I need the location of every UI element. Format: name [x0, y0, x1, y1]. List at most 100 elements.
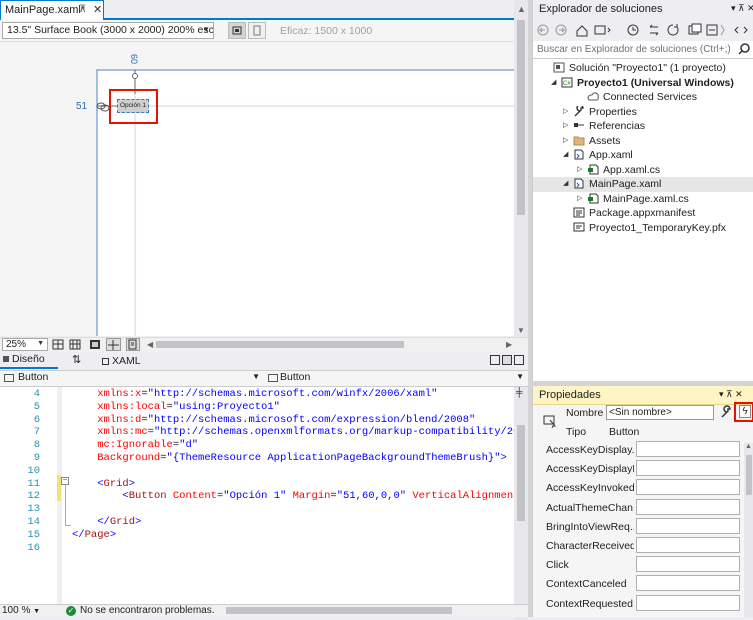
expand-arrow-icon[interactable]: ▷ [577, 192, 582, 206]
editor-zoom-value: 100 % [2, 605, 31, 616]
design-canvas[interactable] [0, 42, 514, 336]
panel-menu-icon[interactable]: ▾ ⊼ ✕ [731, 3, 753, 14]
grid-toggle-icon[interactable] [52, 339, 64, 350]
expand-arrow-icon[interactable]: ◢ [563, 148, 568, 162]
tree-item[interactable]: ▷ MainPage.xaml.cs [533, 192, 753, 207]
zoom-selector[interactable]: 25% ▼ [2, 338, 48, 351]
expand-arrow-icon[interactable]: ▷ [577, 163, 582, 177]
tree-item[interactable]: ▷ Assets [533, 134, 753, 149]
solution-search-box[interactable]: Buscar en Explorador de soluciones (Ctrl… [533, 41, 753, 59]
vertical-split-icon[interactable] [490, 355, 500, 365]
tree-item[interactable]: ◢ App.xaml [533, 148, 753, 163]
tree-item-label: MainPage.xaml.cs [603, 192, 689, 205]
event-row: ActualThemeChan... [533, 498, 753, 517]
element-type-icon [543, 414, 557, 428]
hscroll-right-arrow-icon[interactable]: ▶ [506, 340, 512, 349]
swap-panes-icon[interactable]: ⇅ [72, 353, 81, 366]
landscape-button[interactable] [228, 22, 246, 39]
properties-scrollbar[interactable]: ▲ [744, 443, 753, 617]
code-line: xmlns:mc="http://schemas.openxmlformats.… [97, 426, 539, 439]
tab-design[interactable]: Diseño [0, 352, 58, 369]
name-input[interactable]: <Sin nombre> [606, 405, 714, 420]
expand-arrow-icon[interactable]: ◢ [551, 76, 556, 90]
zoom-value: 25% [6, 339, 27, 350]
properties-title: Propiedades [539, 389, 601, 401]
designer-button-opcion1[interactable]: Opción 1 [117, 99, 149, 113]
event-row: AccessKeyDisplay... [533, 440, 753, 459]
tree-item[interactable]: Solución "Proyecto1" (1 proyecto) [533, 61, 753, 76]
event-handler-input[interactable] [636, 594, 740, 611]
event-handlers-button[interactable]: ϟ [734, 402, 753, 422]
expand-arrow-icon[interactable]: ◢ [563, 177, 568, 191]
lightning-icon: ϟ [739, 405, 751, 418]
code-vertical-scrollbar[interactable]: ╪ [514, 387, 528, 604]
line-number: 14 [27, 516, 40, 528]
event-name: AccessKeyInvoked [546, 482, 634, 495]
tab-xaml[interactable]: XAML [102, 355, 141, 367]
show-code-icon[interactable] [126, 338, 140, 351]
event-row: CharacterReceived [533, 536, 753, 555]
wrench-icon [573, 105, 588, 119]
close-tab-icon[interactable]: ✕ [93, 3, 102, 16]
panel-menu-icon[interactable]: ▾ ⊼ ✕ [719, 389, 743, 400]
name-label: Nombre [566, 407, 604, 419]
tree-item[interactable]: ▷ Properties [533, 105, 753, 120]
canvas-vscroll-thumb[interactable] [517, 20, 525, 215]
snap-grid-icon[interactable] [69, 339, 81, 350]
document-tab-mainpage[interactable]: MainPage.xaml* ⊼ ✕ [0, 0, 104, 20]
event-handler-input[interactable] [636, 556, 740, 573]
device-selector[interactable]: 13.5" Surface Book (3000 x 2000) 200% es… [2, 22, 214, 39]
event-handler-input[interactable] [636, 575, 740, 592]
connected-services-icon [587, 90, 602, 104]
tree-item[interactable]: ▷ Referencias [533, 119, 753, 134]
collapse-grid-icon[interactable]: − [61, 477, 69, 485]
code-hscroll-thumb[interactable] [226, 607, 452, 614]
properties-scroll-thumb[interactable] [746, 455, 752, 495]
right-element-selector[interactable]: Button ▼ [266, 371, 526, 385]
scroll-down-arrow-icon[interactable]: ▼ [517, 326, 525, 335]
document-tab-title: MainPage.xaml* [5, 4, 86, 16]
hscroll-left-arrow-icon[interactable]: ◀ [147, 340, 153, 349]
portrait-button[interactable] [248, 22, 266, 39]
horizontal-split-icon[interactable] [502, 355, 512, 365]
properties-panel: Propiedades ▾ ⊼ ✕ Nombre <Sin nombre> ϟ … [532, 386, 753, 617]
left-element-selector[interactable]: Button ▼ [2, 371, 262, 385]
line-number: 6 [33, 413, 40, 426]
expand-arrow-icon[interactable]: ▷ [563, 119, 568, 133]
tree-item[interactable]: Package.appxmanifest [533, 206, 753, 221]
artboard-background-icon[interactable] [89, 339, 101, 350]
event-row: AccessKeyDisplayR... [533, 459, 753, 478]
properties-wrench-icon[interactable] [719, 405, 733, 419]
event-handler-input[interactable] [636, 441, 740, 457]
editor-zoom[interactable]: 100 % ▼ [2, 605, 40, 616]
pin-icon[interactable]: ⊼ [79, 4, 86, 15]
fold-line-end [65, 525, 71, 526]
scroll-up-arrow-icon[interactable]: ▲ [745, 443, 752, 450]
expand-arrow-icon[interactable]: ▷ [563, 105, 568, 119]
cs-file-icon [587, 192, 602, 206]
tree-item[interactable]: ▷ App.xaml.cs [533, 163, 753, 178]
event-name: AccessKeyDisplayR... [546, 463, 634, 476]
tree-item[interactable]: Connected Services [533, 90, 753, 105]
code-vscroll-thumb[interactable] [517, 425, 525, 521]
split-editor-icon[interactable]: ╪ [516, 387, 522, 397]
snap-lines-icon[interactable] [106, 338, 121, 351]
event-handler-input[interactable] [636, 498, 740, 515]
tree-item-label: Package.appxmanifest [589, 207, 696, 219]
xaml-code-editor[interactable]: − 4 xmlns:x="http://schemas.microsoft.co… [0, 387, 570, 604]
code-line: </Grid> [97, 516, 142, 528]
canvas-hscroll-thumb[interactable] [156, 341, 404, 348]
event-handler-input[interactable] [636, 537, 740, 553]
event-handler-input[interactable] [636, 460, 740, 477]
canvas-vertical-scrollbar[interactable]: ▼ [514, 20, 528, 336]
tree-item[interactable]: ◢ C# Proyecto1 (Universal Windows) [533, 76, 753, 91]
search-icon[interactable] [737, 42, 751, 56]
expand-arrow-icon[interactable]: ▷ [563, 134, 568, 148]
tree-item[interactable]: Proyecto1_TemporaryKey.pfx [533, 221, 753, 236]
collapse-pane-icon[interactable] [514, 355, 524, 365]
event-handler-input[interactable] [636, 517, 740, 534]
tree-item[interactable]: ◢ MainPage.xaml [533, 177, 753, 192]
line-number: 11 [27, 477, 40, 490]
event-handler-input[interactable] [636, 479, 740, 496]
scroll-up-arrow-icon[interactable]: ▲ [517, 4, 526, 14]
